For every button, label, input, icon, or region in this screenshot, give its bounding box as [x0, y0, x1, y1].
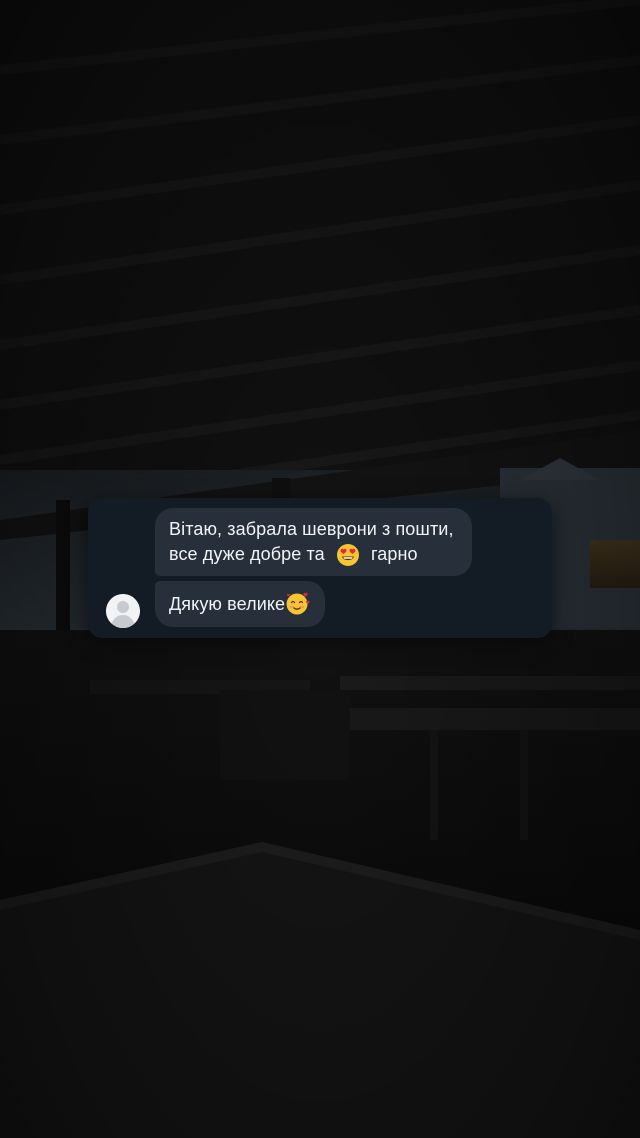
incoming-message-bubble: Вітаю, забрала шеврони з пошти, все дуже… — [155, 508, 472, 577]
default-profile-avatar-icon — [106, 594, 140, 628]
smiling-face-with-hearts-emoji — [286, 592, 310, 614]
message-text-line-2-end: гарно — [370, 544, 418, 564]
chat-screenshot-card: Вітаю, забрала шеврони з пошти, все дуже… — [88, 498, 552, 638]
message-text-line-2: все дуже добре та гарно — [169, 542, 459, 567]
message-text-line-2-start: все дуже добре та — [169, 544, 325, 564]
incoming-message-bubble-2: Дякую велике — [155, 581, 326, 627]
avatar — [106, 594, 140, 628]
smiling-face-with-heart-eyes-emoji — [336, 544, 359, 567]
message-text-line-1: Вітаю, забрала шеврони з пошти, — [169, 519, 454, 539]
story-screen: Вітаю, забрала шеврони з пошти, все дуже… — [0, 0, 640, 1138]
message-text: Дякую велике — [169, 593, 286, 614]
